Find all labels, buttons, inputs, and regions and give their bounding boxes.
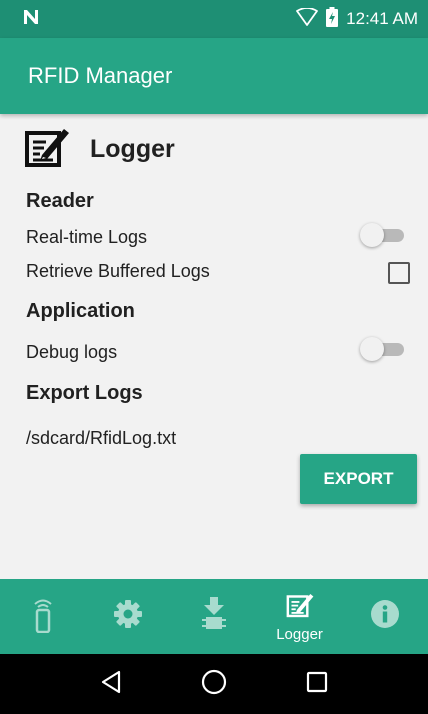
page-title: Logger: [90, 135, 175, 163]
reader-section-title: Reader: [26, 190, 94, 212]
status-indicators: 12:41 AM: [296, 6, 418, 32]
buffered-logs-checkbox[interactable]: [388, 262, 410, 284]
wifi-icon: [296, 6, 319, 31]
debug-logs-label: Debug logs: [26, 342, 118, 362]
logger-icon: [24, 124, 70, 175]
debug-logs-switch[interactable]: [360, 336, 406, 362]
switch-thumb: [360, 223, 384, 247]
realtime-logs-switch[interactable]: [360, 222, 406, 248]
export-button[interactable]: EXPORT: [300, 454, 417, 504]
export-logs-section-title: Export Logs: [26, 382, 143, 404]
info-icon: [370, 599, 400, 634]
nav-label-logger: Logger: [276, 625, 323, 643]
firmware-download-icon: [200, 597, 228, 636]
nav-item-logger[interactable]: Logger: [257, 579, 343, 654]
app-title: RFID Manager: [28, 63, 173, 88]
bottom-navigation: Logger: [0, 579, 428, 654]
nav-item-reader[interactable]: [0, 579, 86, 654]
application-section-title: Application: [26, 300, 135, 322]
page-header: Logger: [24, 124, 175, 175]
realtime-logs-label: Real-time Logs: [26, 227, 148, 247]
logger-content: Logger Reader Real-time Logs Retrieve Bu…: [0, 114, 428, 579]
gear-icon: [113, 599, 143, 634]
system-navigation-bar: [0, 654, 428, 714]
notification-n-icon: [22, 8, 40, 31]
status-bar: 12:41 AM: [0, 0, 428, 38]
export-path: /sdcard/RfidLog.txt: [26, 428, 177, 448]
battery-charging-icon: [326, 6, 339, 32]
nav-item-settings[interactable]: [86, 579, 172, 654]
home-icon[interactable]: [201, 669, 227, 700]
back-icon[interactable]: [100, 670, 122, 699]
recents-icon[interactable]: [306, 671, 328, 698]
buffered-logs-label: Retrieve Buffered Logs: [26, 261, 210, 281]
rfid-reader-icon: [29, 595, 57, 638]
nav-item-firmware[interactable]: [171, 579, 257, 654]
app-bar: RFID Manager: [0, 38, 428, 114]
nav-item-info[interactable]: [342, 579, 428, 654]
logger-icon: [286, 591, 314, 624]
switch-thumb: [360, 337, 384, 361]
status-time: 12:41 AM: [346, 9, 418, 28]
